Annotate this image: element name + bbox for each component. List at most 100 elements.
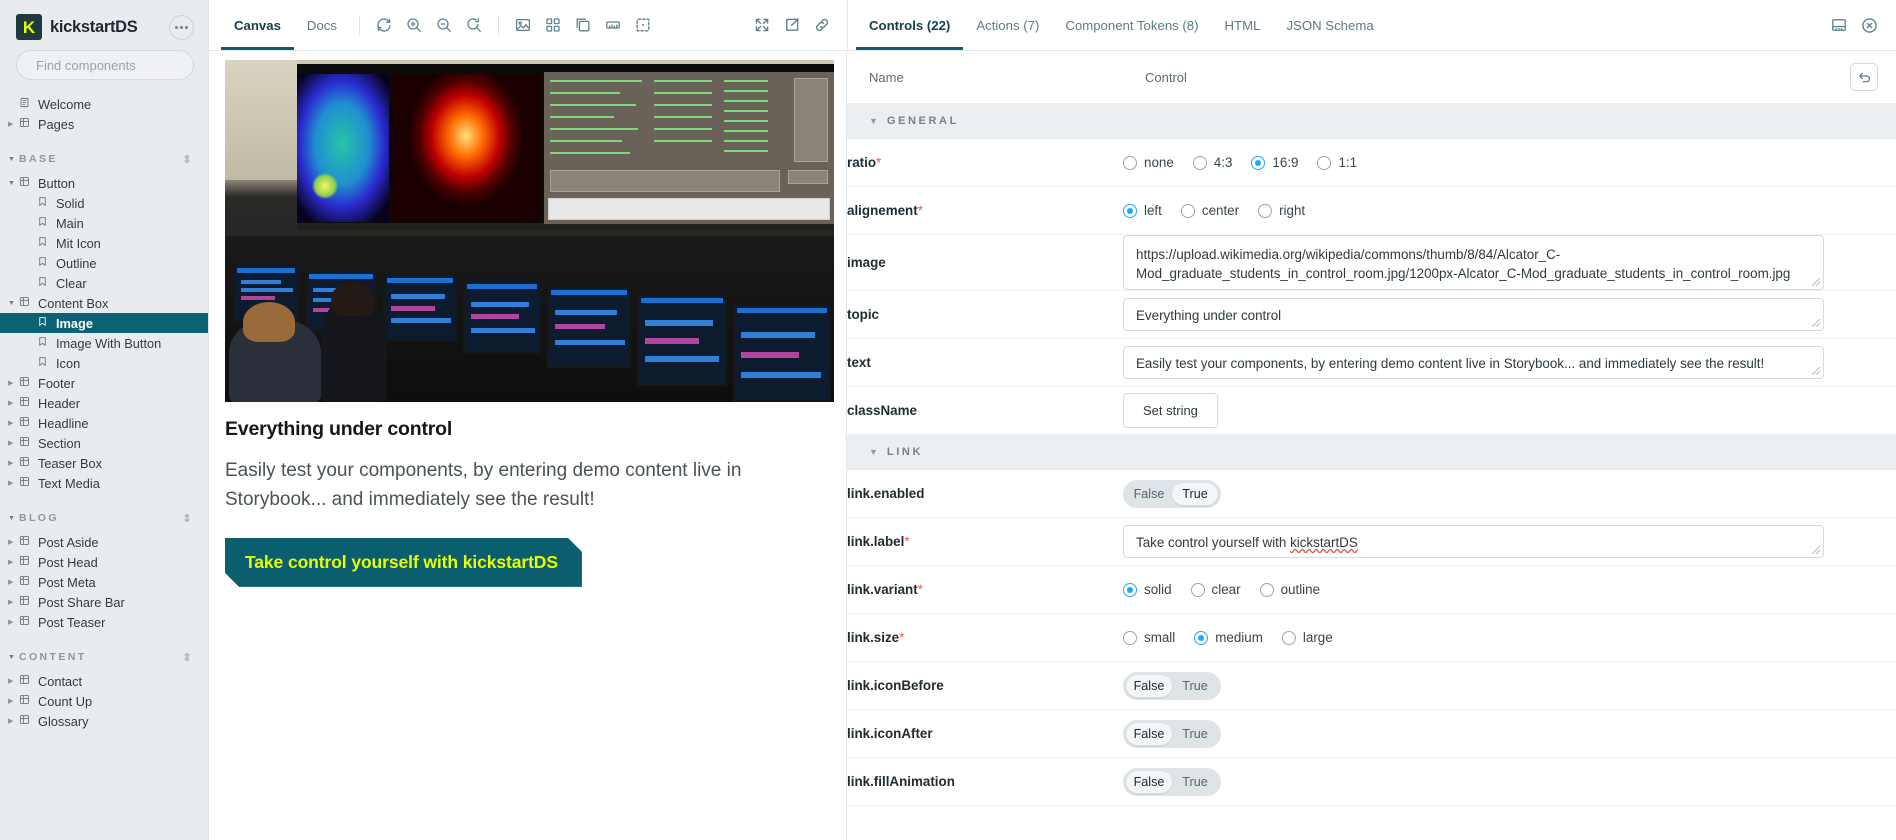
sidebar-item-main[interactable]: Main xyxy=(0,213,208,233)
open-new-tab-icon[interactable] xyxy=(777,10,807,40)
set-string-button[interactable]: Set string xyxy=(1123,393,1218,428)
sidebar-item-count-up[interactable]: ▶ Count Up xyxy=(0,691,208,711)
text-input-link.label[interactable]: Take control yourself with kickstartDS xyxy=(1123,525,1824,558)
outline-icon[interactable] xyxy=(628,10,658,40)
sidebar-item-outline[interactable]: Outline xyxy=(0,253,208,273)
sidebar-group-content[interactable]: ▼ CONTENT ⇕ xyxy=(0,646,208,668)
chevron-right-icon[interactable]: ▶ xyxy=(8,598,19,606)
toggle-option-true[interactable]: True xyxy=(1172,482,1218,505)
chevron-right-icon[interactable]: ▶ xyxy=(8,578,19,586)
radio-option-center[interactable]: center xyxy=(1180,203,1239,218)
toggle-link.iconAfter[interactable]: False True xyxy=(1123,719,1221,748)
sidebar-item-footer[interactable]: ▶ Footer xyxy=(0,373,208,393)
toggle-link.iconBefore[interactable]: False True xyxy=(1123,671,1221,700)
preview-cta-button[interactable]: Take control yourself with kickstartDS xyxy=(225,538,582,587)
sidebar-item-solid[interactable]: Solid xyxy=(0,193,208,213)
zoom-out-icon[interactable] xyxy=(429,10,459,40)
sidebar-item-clear[interactable]: Clear xyxy=(0,273,208,293)
controls-section-link[interactable]: ▼ LINK xyxy=(847,434,1896,470)
chevron-right-icon[interactable]: ▶ xyxy=(8,697,19,705)
chevron-right-icon[interactable]: ▶ xyxy=(8,677,19,685)
sidebar-item-contact[interactable]: ▶ Contact xyxy=(0,671,208,691)
chevron-right-icon[interactable]: ▶ xyxy=(8,120,19,128)
viewport-icon[interactable] xyxy=(568,10,598,40)
sidebar-item-pages[interactable]: ▶ Pages xyxy=(0,114,208,134)
radio-option-small[interactable]: small xyxy=(1123,630,1175,645)
zoom-reset-icon[interactable] xyxy=(459,10,489,40)
sidebar-item-headline[interactable]: ▶ Headline xyxy=(0,413,208,433)
zoom-in-icon[interactable] xyxy=(399,10,429,40)
radio-option-1-1[interactable]: 1:1 xyxy=(1317,155,1357,170)
chevron-right-icon[interactable]: ▶ xyxy=(8,479,19,487)
chevron-down-icon[interactable]: ▼ xyxy=(8,156,19,163)
sort-icon[interactable]: ⇕ xyxy=(182,153,208,166)
sidebar-group-blog[interactable]: ▼ BLOG ⇕ xyxy=(0,507,208,529)
sidebar-item-post-meta[interactable]: ▶ Post Meta xyxy=(0,572,208,592)
search-input[interactable] xyxy=(36,57,208,73)
chevron-down-icon[interactable]: ▼ xyxy=(8,300,19,307)
chevron-right-icon[interactable]: ▶ xyxy=(8,439,19,447)
chevron-right-icon[interactable]: ▶ xyxy=(8,618,19,626)
sidebar-item-welcome[interactable]: Welcome xyxy=(0,94,208,114)
search-box[interactable]: / xyxy=(16,50,208,80)
sidebar-item-teaser-box[interactable]: ▶ Teaser Box xyxy=(0,453,208,473)
sidebar-item-header[interactable]: ▶ Header xyxy=(0,393,208,413)
chevron-right-icon[interactable]: ▶ xyxy=(8,379,19,387)
grid-icon[interactable] xyxy=(538,10,568,40)
sidebar-item-button[interactable]: ▼ Button xyxy=(0,173,208,193)
radio-option-large[interactable]: large xyxy=(1281,630,1333,645)
sidebar-item-glossary[interactable]: ▶ Glossary xyxy=(0,711,208,731)
tab-canvas[interactable]: Canvas xyxy=(221,0,294,50)
brand[interactable]: K kickstartDS xyxy=(16,14,169,40)
more-dots-icon[interactable] xyxy=(169,14,194,40)
radio-option-medium[interactable]: medium xyxy=(1194,630,1263,645)
toggle-option-false[interactable]: False xyxy=(1126,770,1172,793)
toggle-link.enabled[interactable]: False True xyxy=(1123,479,1221,508)
sidebar-item-post-aside[interactable]: ▶ Post Aside xyxy=(0,532,208,552)
toggle-link.fillAnimation[interactable]: False True xyxy=(1123,767,1221,796)
chevron-right-icon[interactable]: ▶ xyxy=(8,399,19,407)
chevron-right-icon[interactable]: ▶ xyxy=(8,717,19,725)
toggle-option-true[interactable]: True xyxy=(1172,675,1218,697)
text-input-text[interactable]: Easily test your components, by entering… xyxy=(1123,346,1824,379)
sidebar-item-text-media[interactable]: ▶ Text Media xyxy=(0,473,208,493)
tab-docs[interactable]: Docs xyxy=(294,0,350,50)
fullscreen-icon[interactable] xyxy=(747,10,777,40)
sidebar-item-content-box[interactable]: ▼ Content Box xyxy=(0,293,208,313)
chevron-down-icon[interactable]: ▼ xyxy=(869,447,878,457)
sidebar-item-post-share-bar[interactable]: ▶ Post Share Bar xyxy=(0,592,208,612)
sidebar-item-post-teaser[interactable]: ▶ Post Teaser xyxy=(0,612,208,632)
remount-icon[interactable] xyxy=(369,10,399,40)
textarea-image[interactable]: https://upload.wikimedia.org/wikipedia/c… xyxy=(1123,235,1824,290)
radio-option-none[interactable]: none xyxy=(1123,155,1174,170)
sidebar-item-section[interactable]: ▶ Section xyxy=(0,433,208,453)
sidebar-item-image-with-button[interactable]: Image With Button xyxy=(0,333,208,353)
radio-option-right[interactable]: right xyxy=(1258,203,1305,218)
chevron-down-icon[interactable]: ▼ xyxy=(8,180,19,187)
radio-option-16-9[interactable]: 16:9 xyxy=(1251,155,1298,170)
toggle-option-true[interactable]: True xyxy=(1172,771,1218,793)
sort-icon[interactable]: ⇕ xyxy=(182,512,208,525)
sidebar-group-base[interactable]: ▼ BASE ⇕ xyxy=(0,148,208,170)
chevron-right-icon[interactable]: ▶ xyxy=(8,419,19,427)
reset-controls-icon[interactable] xyxy=(1850,63,1878,91)
sidebar-item-mit-icon[interactable]: Mit Icon xyxy=(0,233,208,253)
radio-option-solid[interactable]: solid xyxy=(1123,582,1172,597)
copy-link-icon[interactable] xyxy=(807,10,837,40)
measure-icon[interactable] xyxy=(598,10,628,40)
chevron-right-icon[interactable]: ▶ xyxy=(8,538,19,546)
sidebar-item-post-head[interactable]: ▶ Post Head xyxy=(0,552,208,572)
chevron-down-icon[interactable]: ▼ xyxy=(8,515,19,522)
toggle-option-false[interactable]: False xyxy=(1126,674,1172,697)
close-panel-icon[interactable] xyxy=(1854,10,1884,40)
tab-controls[interactable]: Controls (22) xyxy=(856,0,963,50)
chevron-down-icon[interactable]: ▼ xyxy=(869,116,878,126)
sort-icon[interactable]: ⇕ xyxy=(182,651,208,664)
radio-option-outline[interactable]: outline xyxy=(1259,582,1320,597)
tab-html[interactable]: HTML xyxy=(1212,0,1274,50)
tab-actions[interactable]: Actions (7) xyxy=(963,0,1052,50)
chevron-right-icon[interactable]: ▶ xyxy=(8,558,19,566)
toggle-option-false[interactable]: False xyxy=(1126,722,1172,745)
text-input-topic[interactable]: Everything under control xyxy=(1123,298,1824,331)
chevron-down-icon[interactable]: ▼ xyxy=(8,654,19,661)
